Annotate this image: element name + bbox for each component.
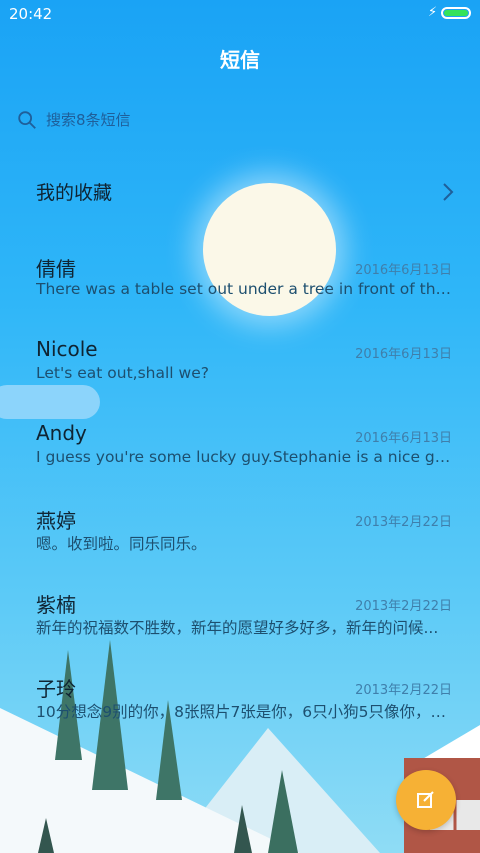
message-preview: 新年的祝福数不胜数，新年的愿望好多好多，新年的问候... [36,619,439,637]
chevron-right-icon [443,183,454,201]
search-input[interactable] [44,110,428,130]
message-date: 2016年6月13日 [355,431,452,446]
favorites-label: 我的收藏 [36,182,113,204]
message-date: 2016年6月13日 [355,263,452,278]
page-title: 短信 [220,48,260,72]
message-preview: There was a table set out under a tree i… [36,280,454,298]
message-preview: Let's eat out,shall we? [36,364,209,382]
message-sender: 燕婷 [36,509,76,533]
message-date: 2013年2月22日 [355,515,452,530]
search-icon [18,111,36,129]
search-bar[interactable] [16,106,456,134]
compose-button[interactable] [396,770,456,830]
message-date: 2016年6月13日 [355,347,452,362]
message-sender: Nicole [36,337,98,361]
favorites-row[interactable]: 我的收藏 [0,170,480,214]
message-date: 2013年2月22日 [355,683,452,698]
message-sender: 紫楠 [36,593,76,617]
message-preview: 嗯。收到啦。同乐同乐。 [36,535,207,553]
message-item-andy[interactable]: Andy 2016年6月13日 I guess you're some luck… [0,421,480,495]
message-preview: I guess you're some lucky guy.Stephanie … [36,448,454,466]
message-item-yanting[interactable]: 燕婷 2013年2月22日 嗯。收到啦。同乐同乐。 [0,505,480,579]
message-date: 2013年2月22日 [355,599,452,614]
message-item-ziling[interactable]: 子玲 2013年2月22日 10分想念9别的你，8张照片7张是你，6只小狗5只像… [0,673,480,747]
message-item-nicole[interactable]: Nicole 2016年6月13日 Let's eat out,shall we… [0,337,480,411]
status-time: 20:42 [9,5,53,23]
message-preview: 10分想念9别的你，8张照片7张是你，6只小狗5只像你，4... [36,703,454,721]
message-sender: 倩倩 [36,257,76,281]
message-item-zinan[interactable]: 紫楠 2013年2月22日 新年的祝福数不胜数，新年的愿望好多好多，新年的问候.… [0,589,480,663]
compose-icon [417,791,434,808]
status-bar: 20:42 ⚡ [0,0,480,28]
charging-icon: ⚡ [428,5,438,20]
message-sender: Andy [36,421,87,445]
battery-icon [441,7,471,19]
message-sender: 子玲 [36,677,76,701]
message-item-qianqian[interactable]: 倩倩 2016年6月13日 There was a table set out … [0,253,480,327]
